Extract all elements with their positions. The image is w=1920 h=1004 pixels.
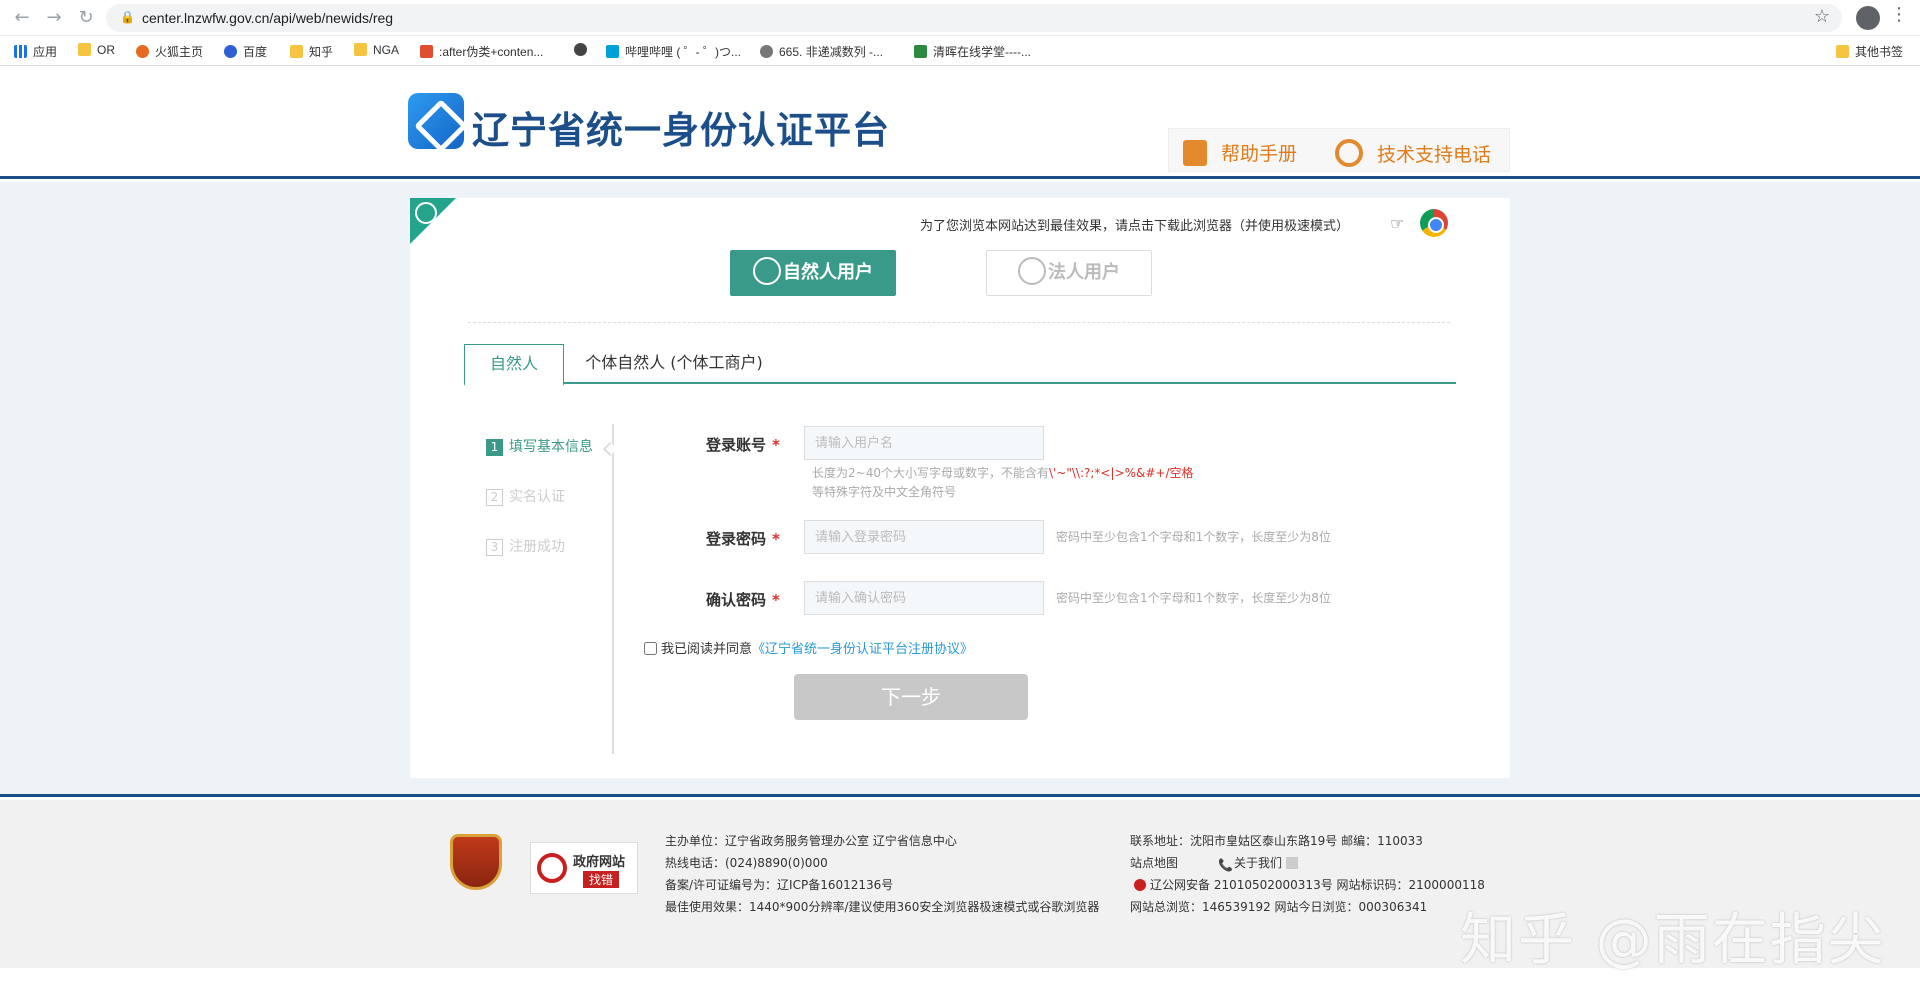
phone-icon: 📞	[1218, 858, 1233, 872]
bookmark-item[interactable]	[574, 43, 593, 57]
forward-icon[interactable]: →	[42, 6, 66, 30]
step-item: 1 填写基本信息	[486, 436, 593, 456]
pointing-hand-icon: ☞	[1390, 214, 1405, 233]
bookmark-item[interactable]: 哔哩哔哩 ( ゜- ゜)つ...	[606, 43, 741, 60]
gov-site-error-badge[interactable]: 政府网站 找错	[530, 842, 638, 894]
csdn-icon	[420, 45, 433, 58]
natural-user-button[interactable]: 自然人用户	[730, 250, 896, 296]
help-manual-link[interactable]: 帮助手册	[1183, 139, 1297, 166]
about-link[interactable]: 关于我们	[1234, 856, 1282, 870]
bookmark-item[interactable]: 百度	[224, 43, 267, 60]
party-emblem-icon[interactable]	[450, 834, 502, 890]
confirm-label: 确认密码 *	[706, 591, 780, 609]
magnifier-icon	[537, 853, 567, 883]
agreement-row: 我已阅读并同意《辽宁省统一身份认证平台注册协议》	[644, 638, 973, 657]
support-phone-link[interactable]: 技术支持电话	[1335, 139, 1491, 167]
required-mark: *	[772, 530, 780, 548]
bookmark-star-icon[interactable]: ☆	[1814, 6, 1830, 27]
folder-icon	[354, 43, 367, 56]
stats-icon	[1286, 857, 1299, 869]
user-tabs: 自然人 个体自然人 (个体工商户)	[464, 344, 1456, 386]
confirm-password-input[interactable]	[804, 581, 1044, 615]
other-bookmarks[interactable]: 其他书签	[1836, 43, 1903, 60]
firefox-icon	[136, 45, 149, 58]
divider	[468, 322, 1450, 323]
confirm-hint: 密码中至少包含1个字母和1个数字，长度至少为8位	[1056, 591, 1331, 605]
site-title: 辽宁省统一身份认证平台	[472, 109, 890, 152]
password-label: 登录密码 *	[706, 530, 780, 548]
reload-icon[interactable]: ↻	[74, 6, 98, 30]
bookmark-item[interactable]: OR	[78, 43, 115, 57]
lock-icon: 🔒	[120, 10, 135, 24]
url-text: center.lnzwfw.gov.cn/api/web/newids/reg	[142, 10, 394, 26]
sitemap-link[interactable]: 站点地图	[1130, 856, 1178, 870]
site-header: 辽宁省统一身份认证平台 帮助手册 技术支持电话	[0, 66, 1920, 179]
apps-icon	[14, 45, 27, 58]
password-input[interactable]	[804, 520, 1044, 554]
account-input[interactable]	[804, 426, 1044, 460]
bookmark-item[interactable]: 665. 非递减数列 -...	[760, 43, 883, 60]
account-label: 登录账号 *	[706, 436, 780, 454]
tab-natural-person[interactable]: 自然人	[464, 344, 564, 386]
phone-icon	[1335, 139, 1363, 167]
folder-icon	[290, 45, 303, 58]
police-badge-icon	[1134, 879, 1146, 891]
step-pointer	[602, 441, 618, 457]
person-icon	[753, 257, 781, 285]
bookmark-item[interactable]: 火狐主页	[136, 43, 203, 60]
bookmarks-bar: 应用 OR 火狐主页 百度 知乎 NGA :after伪类+conten... …	[0, 36, 1920, 66]
manual-icon	[1183, 140, 1207, 166]
folder-icon	[78, 43, 91, 56]
main-area: 为了您浏览本网站达到最佳效果，请点击下载此浏览器（并使用极速模式） ☞ 自然人用…	[0, 182, 1920, 797]
browser-tip: 为了您浏览本网站达到最佳效果，请点击下载此浏览器（并使用极速模式）	[920, 219, 1350, 234]
agreement-link[interactable]: 《辽宁省统一身份认证平台注册协议》	[752, 642, 973, 657]
step-item: 3 注册成功	[486, 536, 565, 556]
address-bar[interactable]: 🔒 center.lnzwfw.gov.cn/api/web/newids/re…	[106, 4, 1842, 32]
edu-icon	[914, 45, 927, 58]
folder-icon	[1836, 45, 1849, 58]
bookmark-item[interactable]: NGA	[354, 43, 399, 57]
footer-contact: 联系地址：沈阳市皇姑区泰山东路19号 邮编：110033 站点地图 📞关于我们 辽…	[1130, 834, 1485, 914]
bookmark-item[interactable]: 清晖在线学堂----...	[914, 43, 1031, 60]
legal-user-button[interactable]: 法人用户	[986, 250, 1152, 296]
bilibili-icon	[606, 45, 619, 58]
help-links: 帮助手册 技术支持电话	[1168, 128, 1510, 172]
agreement-checkbox[interactable]	[644, 642, 657, 655]
step-divider	[612, 424, 614, 754]
back-icon[interactable]: ←	[10, 6, 34, 30]
user-corner-icon	[415, 202, 437, 224]
profile-icon[interactable]	[1856, 6, 1880, 30]
bookmark-item[interactable]: :after伪类+conten...	[420, 43, 543, 60]
logo-icon	[408, 93, 464, 149]
required-mark: *	[772, 436, 780, 454]
footer-info: 主办单位：辽宁省政务服务管理办公室 辽宁省信息中心 热线电话：(024)8890…	[665, 834, 1100, 914]
register-card: 为了您浏览本网站达到最佳效果，请点击下载此浏览器（并使用极速模式） ☞ 自然人用…	[410, 198, 1510, 778]
bookmark-item[interactable]: 知乎	[290, 43, 333, 60]
next-step-button[interactable]: 下一步	[794, 674, 1028, 720]
baidu-icon	[224, 45, 237, 58]
step-item: 2 实名认证	[486, 486, 565, 506]
browser-toolbar: ← → ↻ 🔒 center.lnzwfw.gov.cn/api/web/new…	[0, 0, 1920, 36]
github-icon	[574, 43, 587, 56]
watermark: 知乎 @雨在指尖	[1460, 908, 1886, 973]
password-hint: 密码中至少包含1个字母和1个数字，长度至少为8位	[1056, 530, 1331, 544]
account-hint: 长度为2~40个大小写字母或数字，不能含有\'~"\\:?;*<|>%&#+/空…	[812, 466, 1194, 499]
tab-individual-business[interactable]: 个体自然人 (个体工商户)	[574, 344, 774, 384]
required-mark: *	[772, 591, 780, 609]
leetcode-icon	[760, 45, 773, 58]
menu-icon[interactable]: ⋮	[1890, 4, 1908, 25]
bookmark-item[interactable]: 应用	[14, 43, 57, 60]
tie-person-icon	[1018, 257, 1046, 285]
chrome-icon[interactable]	[1420, 209, 1448, 237]
